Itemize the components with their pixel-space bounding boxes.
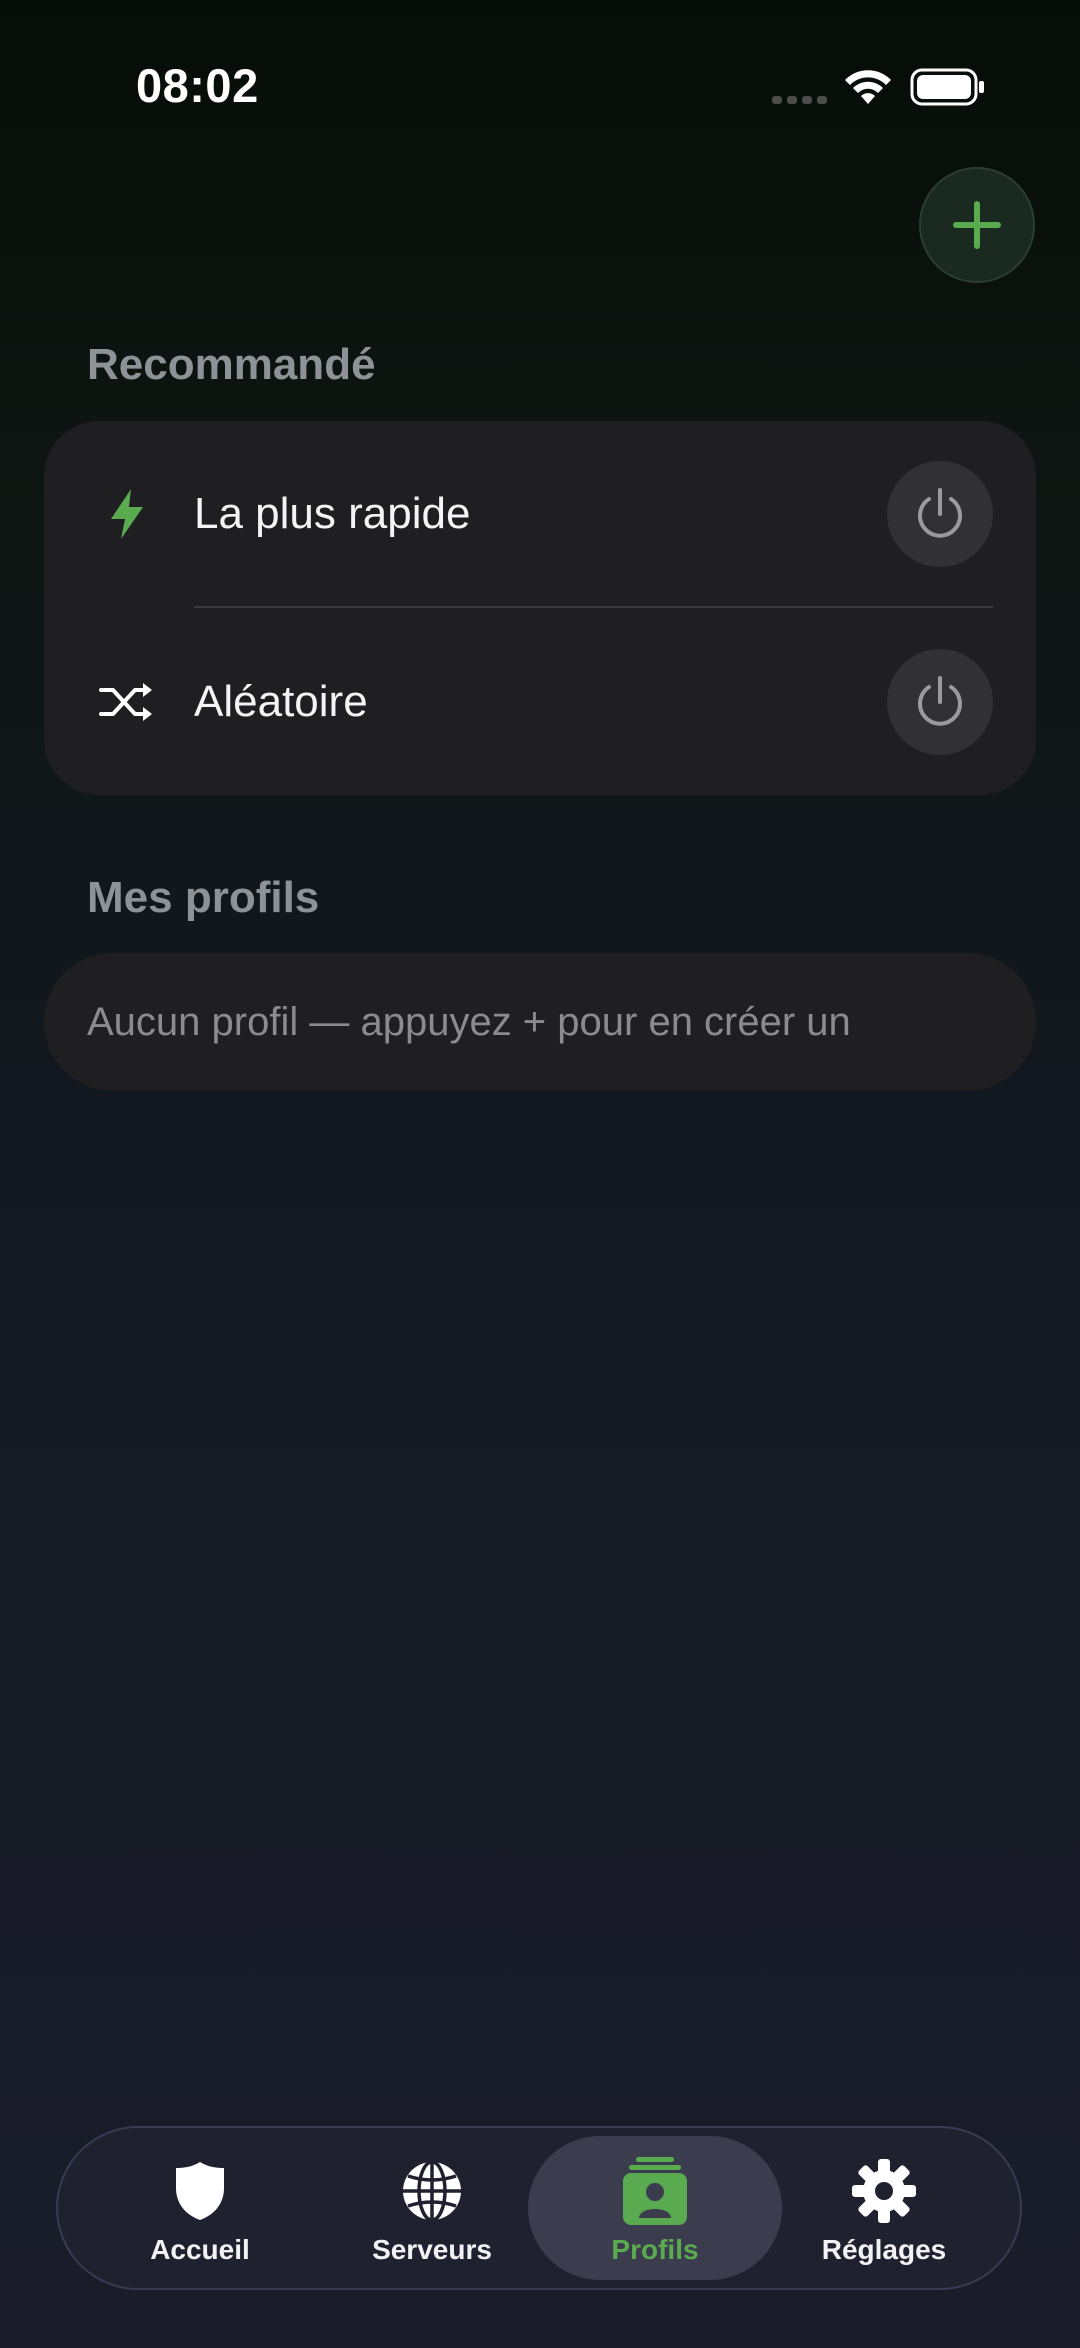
tab-servers[interactable]: Serveurs [316, 2136, 548, 2280]
fastest-profile-row[interactable]: La plus rapide [44, 421, 1036, 607]
fastest-profile-label: La plus rapide [194, 489, 471, 538]
shuffle-icon [94, 669, 160, 735]
tab-home[interactable]: Accueil [84, 2136, 316, 2280]
random-profile-label: Aléatoire [194, 677, 368, 726]
recommended-section-title: Recommandé [87, 340, 376, 389]
cellular-signal-icon [772, 96, 827, 104]
tab-settings-label: Réglages [821, 2234, 947, 2265]
status-bar: 08:02 [0, 0, 1080, 170]
tab-profiles-label: Profils [611, 2234, 699, 2265]
profile-card-icon [621, 2157, 689, 2225]
tab-profiles[interactable]: Profils [528, 2136, 782, 2280]
row-divider [194, 606, 993, 608]
random-connect-button[interactable] [887, 649, 993, 755]
tab-bar: Accueil Serveurs Profils Réglages [56, 2126, 1022, 2290]
wifi-icon [845, 70, 891, 104]
empty-profiles-text: Aucun profil — appuyez + pour en créer u… [87, 1000, 851, 1044]
gear-icon [850, 2158, 918, 2224]
shield-icon [166, 2158, 234, 2224]
add-profile-button[interactable] [919, 167, 1035, 283]
my-profiles-section-title: Mes profils [87, 873, 320, 922]
empty-profiles-card: Aucun profil — appuyez + pour en créer u… [44, 953, 1036, 1091]
globe-icon [398, 2158, 466, 2224]
tab-home-label: Accueil [150, 2234, 250, 2265]
battery-icon [910, 68, 984, 106]
random-profile-row[interactable]: Aléatoire [44, 609, 1036, 795]
status-time: 08:02 [136, 59, 259, 112]
recommended-card: La plus rapide Aléatoire [44, 421, 1036, 795]
fastest-connect-button[interactable] [887, 461, 993, 567]
power-icon [918, 488, 962, 538]
tab-settings[interactable]: Réglages [768, 2136, 1000, 2280]
lightning-bolt-icon [94, 481, 160, 547]
plus-icon [953, 201, 1001, 249]
tab-servers-label: Serveurs [372, 2234, 492, 2265]
power-icon [918, 676, 962, 726]
